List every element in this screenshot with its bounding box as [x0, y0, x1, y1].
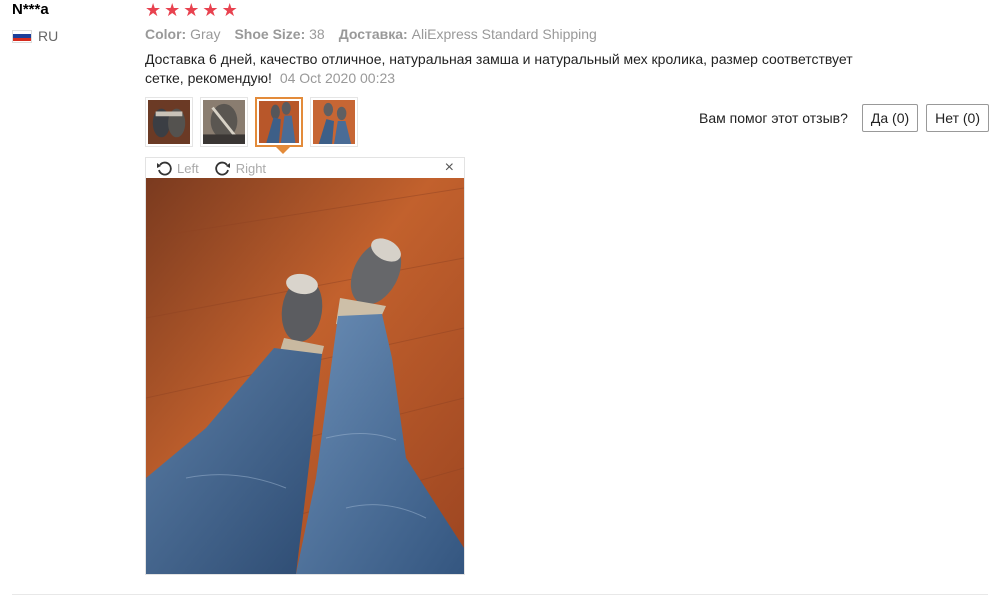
rotate-left-icon [157, 161, 172, 176]
russia-flag-icon [12, 29, 32, 43]
photo-viewer-toolbar: Left Right × [146, 158, 464, 178]
attribute-shipping: Доставка: AliExpress Standard Shipping [339, 26, 597, 42]
helpful-question: Вам помог этот отзыв? [698, 110, 848, 126]
attribute-key: Доставка: [338, 26, 408, 42]
attribute-key: Color: [145, 26, 187, 42]
helpful-no-button[interactable]: Нет (0) [926, 104, 989, 132]
star-icon: ★ [202, 0, 219, 20]
helpful-yes-button[interactable]: Да (0) [861, 104, 919, 132]
star-icon: ★ [183, 0, 200, 20]
country-code: RU [38, 28, 59, 44]
rotate-left-label: Left [177, 160, 199, 176]
review-divider [12, 594, 988, 595]
attribute-value: 38 [309, 26, 325, 42]
star-icon: ★ [164, 0, 181, 20]
review-photo-large [146, 178, 464, 574]
review-date: 04 Oct 2020 00:23 [279, 70, 396, 86]
attribute-value: AliExpress Standard Shipping [411, 26, 597, 42]
review-photo-thumbnail[interactable] [200, 97, 248, 147]
review-photo-thumbnails [145, 97, 358, 147]
review-photo-thumbnail-selected[interactable] [255, 97, 303, 147]
star-icon: ★ [145, 0, 162, 20]
review-photo-thumbnail[interactable] [145, 97, 193, 147]
selected-thumbnail-pointer [276, 147, 290, 154]
star-icon: ★ [221, 0, 238, 20]
rating-stars: ★ ★ ★ ★ ★ [145, 0, 238, 20]
user-name: N***a [12, 1, 49, 18]
attribute-color: Color: Gray [145, 26, 220, 42]
attribute-size: Shoe Size: 38 [234, 26, 324, 42]
review-body: Доставка 6 дней, качество отличное, нату… [145, 50, 885, 88]
close-icon[interactable]: × [445, 159, 454, 177]
review-photo-thumbnail[interactable] [310, 97, 358, 147]
attribute-value: Gray [190, 26, 221, 42]
photo-viewer: Left Right × [145, 157, 465, 575]
helpful-vote: Вам помог этот отзыв? Да (0) Нет (0) [699, 104, 989, 132]
order-attributes: Color: Gray Shoe Size: 38 Доставка: AliE… [145, 26, 597, 42]
rotate-right-icon [215, 161, 230, 176]
rotate-right-label: Right [235, 160, 267, 176]
attribute-key: Shoe Size: [234, 26, 306, 42]
rotate-right-button[interactable]: Right [215, 160, 266, 176]
user-country: RU [12, 28, 58, 44]
rotate-left-button[interactable]: Left [156, 160, 199, 176]
review-text: Доставка 6 дней, качество отличное, нату… [145, 51, 853, 86]
